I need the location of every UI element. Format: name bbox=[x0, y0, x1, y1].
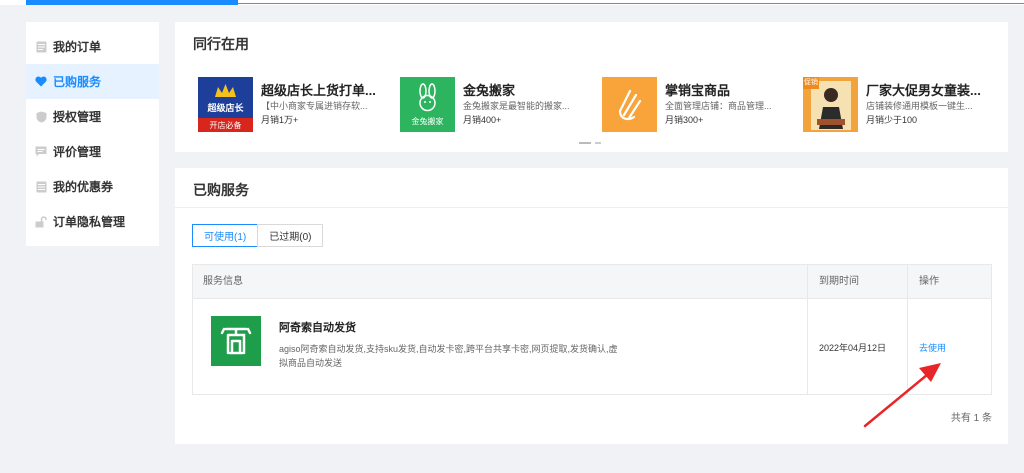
service-name: 阿奇索自动发货 bbox=[279, 322, 356, 334]
top-nav-underline bbox=[238, 3, 1024, 4]
peer-thumb-caption: 超级店长 bbox=[207, 103, 244, 113]
peer-app-sales: 月销少于100 bbox=[866, 115, 918, 125]
peer-app-card[interactable]: 超级店长 开店必备 超级店长上货打单... 【中小商家专属进销存软... 月销1… bbox=[198, 77, 383, 132]
peer-app-sales: 月销400+ bbox=[463, 115, 502, 125]
carousel-dots[interactable] bbox=[579, 142, 603, 145]
column-divider bbox=[807, 265, 808, 394]
heart-icon bbox=[35, 76, 47, 88]
sidebar-item-label: 评价管理 bbox=[53, 145, 102, 159]
sidebar-item-coupons[interactable]: 我的优惠券 bbox=[26, 169, 159, 204]
sidebar-item-authorization[interactable]: 授权管理 bbox=[26, 99, 159, 134]
red-arrow-annotation bbox=[863, 363, 941, 428]
service-logo bbox=[211, 316, 261, 366]
sidebar-item-orders[interactable]: 我的订单 bbox=[26, 29, 159, 64]
coupon-icon bbox=[35, 181, 47, 193]
peer-app-thumbnail: 金兔搬家 bbox=[400, 77, 455, 132]
peer-app-name: 超级店长上货打单... bbox=[261, 83, 376, 98]
peer-app-thumbnail: 促销 bbox=[803, 77, 858, 132]
peer-app-desc: 店铺装修通用模板一键生... bbox=[866, 101, 973, 111]
table-header: 服务信息 到期时间 操作 bbox=[193, 265, 991, 299]
peers-title: 同行在用 bbox=[193, 36, 249, 52]
peer-thumb-caption: 金兔搬家 bbox=[411, 117, 444, 126]
sidebar-item-purchased-services[interactable]: 已购服务 bbox=[26, 64, 159, 99]
total-count: 共有 1 条 bbox=[950, 413, 992, 424]
tab-available[interactable]: 可使用(1) bbox=[192, 224, 259, 247]
service-expiry-date: 2022年04月12日 bbox=[819, 343, 887, 353]
peer-app-name: 掌销宝商品 bbox=[665, 83, 731, 98]
sidebar-item-label: 已购服务 bbox=[53, 75, 102, 89]
peers-card: 同行在用 超级店长 开店必备 超级店长上货打单... 【中小商家专属进销存软..… bbox=[175, 22, 1008, 152]
peer-thumb-badge: 开店必备 bbox=[209, 121, 242, 130]
peer-app-desc: 金兔搬家是最智能的搬家... bbox=[463, 101, 570, 111]
agiso-logo-icon bbox=[220, 327, 252, 355]
column-header-action: 操作 bbox=[919, 276, 939, 287]
sidebar-item-label: 订单隐私管理 bbox=[53, 215, 126, 229]
status-tabs: 可使用(1) 已过期(0) bbox=[192, 224, 324, 247]
document-icon bbox=[35, 41, 47, 53]
peer-app-card[interactable]: 促销 厂家大促男女童装... 店铺装修通用模板一键生... 月销少于100 bbox=[803, 77, 988, 132]
column-header-expiry: 到期时间 bbox=[819, 276, 859, 287]
sidebar-item-label: 我的订单 bbox=[53, 40, 102, 54]
sidebar-item-order-privacy[interactable]: 订单隐私管理 bbox=[26, 204, 159, 239]
peer-app-desc: 全面管理店铺：商品管理... bbox=[665, 101, 772, 111]
column-header-service-info: 服务信息 bbox=[203, 276, 243, 287]
tab-expired[interactable]: 已过期(0) bbox=[257, 224, 324, 247]
hand-icon bbox=[602, 77, 657, 132]
sidebar-item-label: 我的优惠券 bbox=[53, 180, 114, 194]
peer-app-sales: 月销1万+ bbox=[261, 115, 299, 125]
peer-app-sales: 月销300+ bbox=[665, 115, 704, 125]
peer-app-thumbnail bbox=[602, 77, 657, 132]
sidebar-item-reviews[interactable]: 评价管理 bbox=[26, 134, 159, 169]
top-nav-bar bbox=[0, 0, 1024, 5]
purchased-title: 已购服务 bbox=[193, 182, 249, 198]
peer-app-card[interactable]: 掌销宝商品 全面管理店铺：商品管理... 月销300+ bbox=[602, 77, 787, 132]
peer-app-thumbnail: 超级店长 开店必备 bbox=[198, 77, 253, 132]
service-description: agiso阿奇索自动发货,支持sku发货,自动发卡密,跨平台共享卡密,网页提取,… bbox=[279, 344, 618, 368]
sidebar: 我的订单 已购服务 授权管理 评价管理 我的优惠券 订单隐私管理 bbox=[26, 22, 159, 246]
sidebar-item-label: 授权管理 bbox=[53, 110, 102, 124]
top-nav-active-tab[interactable] bbox=[26, 0, 238, 5]
peer-app-desc: 【中小商家专属进销存软... bbox=[261, 101, 368, 111]
peer-thumb-badge: 促销 bbox=[803, 77, 819, 89]
use-service-link[interactable]: 去使用 bbox=[919, 341, 946, 354]
peer-app-name: 金兔搬家 bbox=[463, 83, 516, 98]
unlock-icon bbox=[35, 216, 47, 228]
peer-app-card[interactable]: 金兔搬家 金兔搬家 金兔搬家是最智能的搬家... 月销400+ bbox=[400, 77, 585, 132]
shield-icon bbox=[35, 111, 47, 123]
divider bbox=[175, 207, 1008, 208]
peer-app-name: 厂家大促男女童装... bbox=[866, 83, 981, 98]
comment-icon bbox=[35, 146, 47, 158]
